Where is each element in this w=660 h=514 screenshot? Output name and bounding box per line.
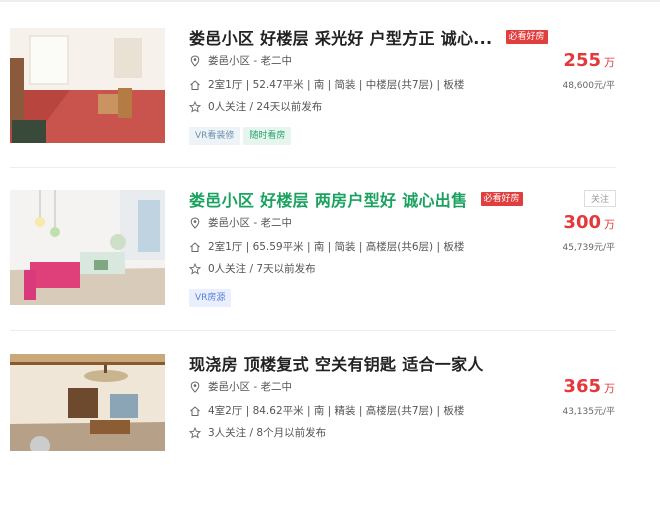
listing-title[interactable]: 娄邑小区 好楼层 采光好 户型方正 诚心... — [189, 25, 492, 49]
star-icon — [189, 426, 203, 439]
room-photo-1 — [10, 28, 165, 143]
community-link[interactable]: 娄邑小区 - 老二中 — [208, 55, 292, 67]
listing-title-row-3: 现浇房 顶楼复式 空关有钥匙 适合一家人 — [189, 351, 619, 375]
price-value: 300 — [563, 212, 601, 233]
room-photo-2 — [10, 190, 165, 305]
location-pin-icon — [189, 216, 203, 229]
house-details: 2室1厅 | 65.59平米 | 南 | 简装 | 高楼层(共6层) | 板楼 — [189, 239, 464, 254]
house-details-text: 2室1厅 | 65.59平米 | 南 | 简装 | 高楼层(共6层) | 板楼 — [208, 241, 465, 253]
must-see-badge: 必看好房 — [505, 30, 548, 44]
total-price: 300 万 — [563, 212, 615, 233]
price-value: 365 — [563, 376, 601, 397]
listing-item-1[interactable]: 娄邑小区 好楼层 采光好 户型方正 诚心... 必看好房 娄邑小区 - 老二中 … — [0, 28, 660, 188]
divider — [10, 167, 616, 168]
follow-info-text: 3人关注 / 8个月以前发布 — [208, 427, 327, 439]
tag-anytime-viewing: 随时看房 — [243, 127, 292, 145]
listing-title-row-1: 娄邑小区 好楼层 采光好 户型方正 诚心... 必看好房 — [189, 25, 619, 49]
community-link[interactable]: 娄邑小区 - 老二中 — [208, 217, 292, 229]
price-unit: 万 — [604, 382, 615, 395]
star-icon — [189, 100, 203, 113]
house-icon — [189, 79, 203, 91]
listing-title-row-2: 娄邑小区 好楼层 两房户型好 诚心出售 必看好房 — [189, 187, 619, 211]
room-photo-3 — [10, 354, 165, 451]
top-border — [0, 0, 660, 2]
unit-price: 48,600元/平 — [562, 81, 615, 91]
location-pin-icon — [189, 54, 203, 67]
tag-vr-decoration[interactable]: VR看装修 — [189, 127, 241, 145]
follow-info-text: 0人关注 / 7天以前发布 — [208, 263, 316, 275]
follow-info-text: 0人关注 / 24天以前发布 — [208, 101, 323, 113]
location-pin-icon — [189, 380, 203, 393]
star-icon — [189, 262, 203, 275]
divider — [10, 330, 616, 331]
community-link[interactable]: 娄邑小区 - 老二中 — [208, 381, 292, 393]
price-unit: 万 — [604, 218, 615, 231]
listing-title[interactable]: 娄邑小区 好楼层 两房户型好 诚心出售 — [189, 187, 467, 211]
listing-photo-3[interactable] — [10, 354, 165, 451]
follow-info: 3人关注 / 8个月以前发布 — [189, 425, 326, 440]
price-value: 255 — [563, 50, 601, 71]
tag-list: VR看装修 随时看房 — [189, 123, 294, 145]
total-price: 365 万 — [563, 376, 615, 397]
listing-item-3[interactable]: 现浇房 顶楼复式 空关有钥匙 适合一家人 娄邑小区 - 老二中 4室2厅 | 8… — [0, 354, 660, 514]
community-info: 娄邑小区 - 老二中 — [189, 379, 292, 394]
listing-photo-1[interactable] — [10, 28, 165, 143]
community-info: 娄邑小区 - 老二中 — [189, 215, 292, 230]
follow-info: 0人关注 / 24天以前发布 — [189, 99, 322, 114]
listing-item-2[interactable]: 娄邑小区 好楼层 两房户型好 诚心出售 必看好房 关注 娄邑小区 - 老二中 2… — [0, 190, 660, 350]
house-details-text: 2室1厅 | 52.47平米 | 南 | 简装 | 中楼层(共7层) | 板楼 — [208, 79, 465, 91]
house-icon — [189, 241, 203, 253]
community-info: 娄邑小区 - 老二中 — [189, 53, 292, 68]
follow-info: 0人关注 / 7天以前发布 — [189, 261, 316, 276]
house-details: 2室1厅 | 52.47平米 | 南 | 简装 | 中楼层(共7层) | 板楼 — [189, 77, 464, 92]
house-details: 4室2厅 | 84.62平米 | 南 | 精装 | 高楼层(共7层) | 板楼 — [189, 403, 464, 418]
tag-list: VR房源 — [189, 285, 234, 307]
price-unit: 万 — [604, 56, 615, 69]
tag-vr-listing[interactable]: VR房源 — [189, 289, 232, 307]
listing-photo-2[interactable] — [10, 190, 165, 305]
unit-price: 45,739元/平 — [562, 243, 615, 253]
total-price: 255 万 — [563, 50, 615, 71]
house-details-text: 4室2厅 | 84.62平米 | 南 | 精装 | 高楼层(共7层) | 板楼 — [208, 405, 465, 417]
must-see-badge: 必看好房 — [480, 192, 523, 206]
unit-price: 43,135元/平 — [562, 407, 615, 417]
house-icon — [189, 405, 203, 417]
follow-button[interactable]: 关注 — [583, 190, 616, 207]
listing-title[interactable]: 现浇房 顶楼复式 空关有钥匙 适合一家人 — [189, 351, 484, 375]
